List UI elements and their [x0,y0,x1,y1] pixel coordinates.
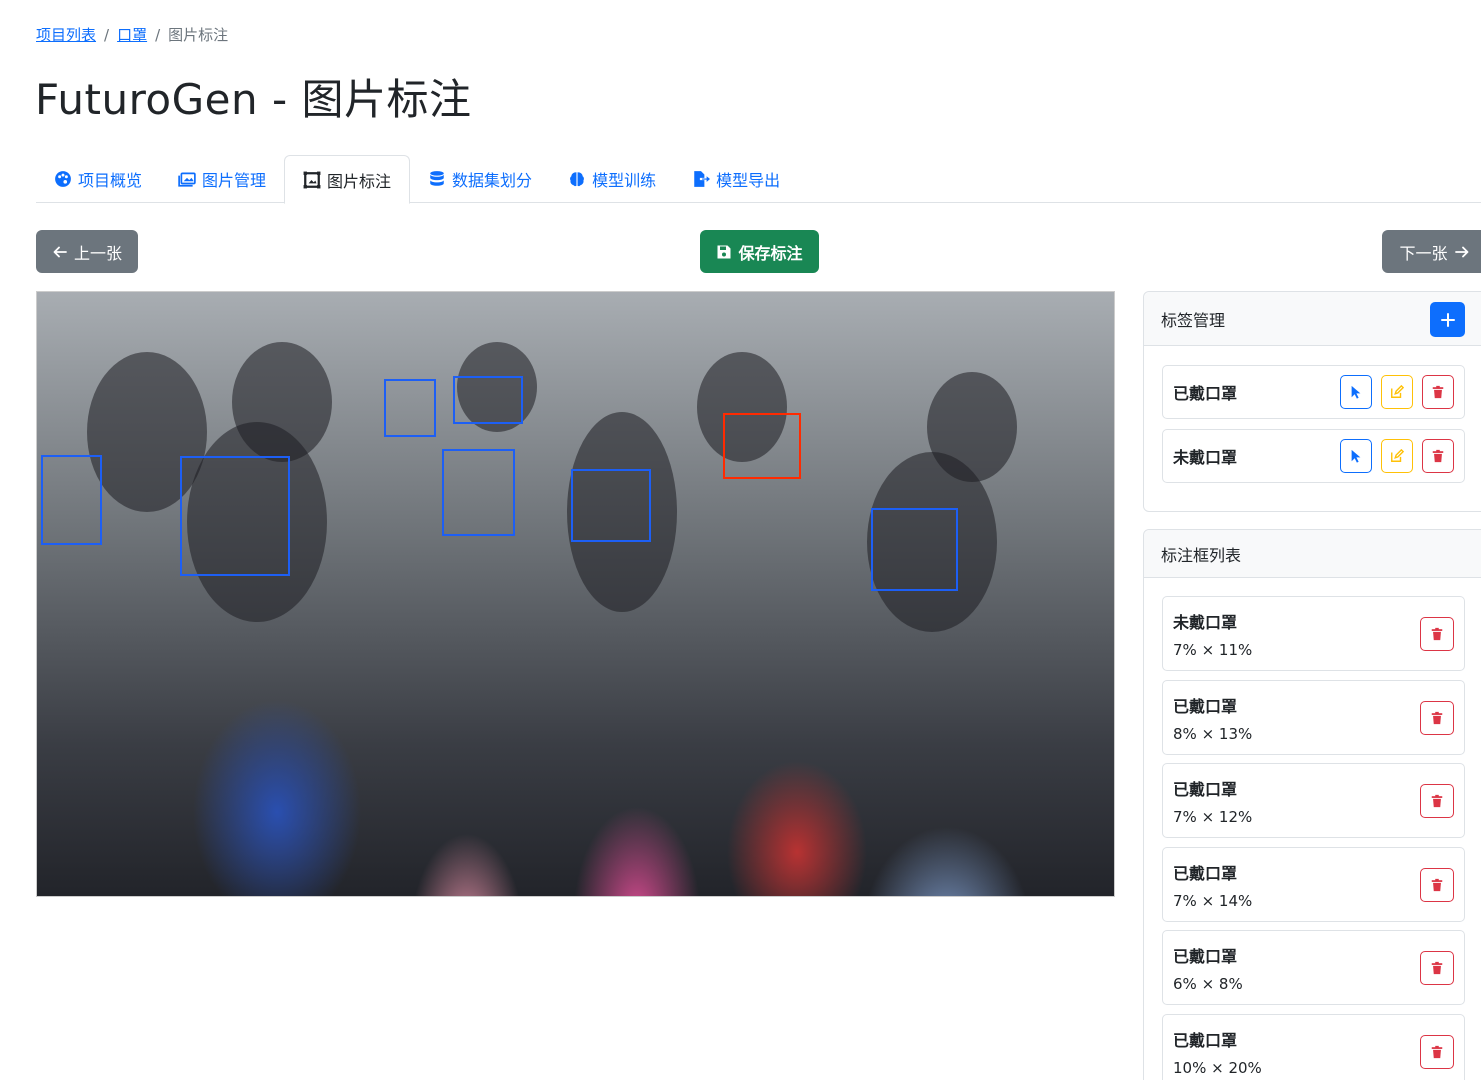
panel-header: 标注框列表 [1144,530,1481,578]
tag-item: 未戴口罩 [1162,429,1465,483]
delete-bbox-button[interactable] [1420,617,1454,651]
tag-item: 已戴口罩 [1162,365,1465,419]
panel-title: 标注框列表 [1161,545,1242,565]
tab-label: 模型导出 [716,171,781,190]
edit-tag-button[interactable] [1381,375,1413,409]
delete-tag-button[interactable] [1422,375,1454,409]
delete-bbox-button[interactable] [1420,951,1454,985]
tab-images[interactable]: 图片管理 [160,155,284,203]
trash-icon [1432,449,1444,463]
delete-bbox-button[interactable] [1420,1035,1454,1069]
bbox-list-item[interactable]: 已戴口罩 6% × 8% [1162,930,1465,1005]
bbox-unmasked[interactable] [723,413,801,479]
breadcrumb: 项目列表 / 口罩 / 图片标注 [36,24,228,45]
bbox-list-item[interactable]: 已戴口罩 10% × 20% [1162,1014,1465,1080]
trash-icon [1431,794,1443,808]
add-tag-button[interactable] [1430,302,1465,337]
tab-annotate[interactable]: 图片标注 [284,155,411,204]
trash-icon [1431,1045,1443,1059]
bbox-size: 10% × 20% [1173,1059,1262,1077]
breadcrumb-link-project[interactable]: 口罩 [117,24,147,45]
delete-bbox-button[interactable] [1420,868,1454,902]
bbox-size: 7% × 12% [1173,808,1253,826]
bbox-size: 7% × 11% [1173,641,1253,659]
bbox-size: 7% × 14% [1173,892,1253,910]
bbox-size: 6% × 8% [1173,975,1243,993]
bbox-masked[interactable] [180,456,290,576]
bbox-masked[interactable] [41,455,102,545]
bbox-list-item[interactable]: 已戴口罩 7% × 14% [1162,847,1465,922]
tab-label: 模型训练 [592,171,657,190]
cursor-icon [1351,385,1361,399]
bbox-label: 已戴口罩 [1173,780,1238,799]
trash-icon [1432,385,1444,399]
annotation-canvas[interactable] [36,291,1115,897]
delete-bbox-button[interactable] [1420,701,1454,735]
tag-name: 已戴口罩 [1173,384,1238,403]
arrow-left-icon [53,246,67,257]
palette-icon [55,171,71,187]
bbox-masked[interactable] [453,376,523,424]
tab-label: 图片管理 [202,171,267,190]
trash-icon [1431,711,1443,725]
tab-label: 数据集划分 [452,171,533,190]
edit-tag-button[interactable] [1381,439,1413,473]
bounding-box-icon [303,171,321,188]
bbox-label: 已戴口罩 [1173,864,1238,883]
brain-icon [570,172,584,187]
images-icon [178,172,196,187]
delete-bbox-button[interactable] [1420,784,1454,818]
tab-bar: 项目概览 图片管理 图片标注 数据集划分 模型训练 模型导出 [36,155,1481,204]
save-label: 保存标注 [738,243,803,263]
file-export-icon [694,171,711,187]
bbox-list-panel: 标注框列表 未戴口罩 7% × 11% 已戴口罩 8% × 13% 已戴口罩 7… [1143,529,1481,1080]
delete-tag-button[interactable] [1422,439,1454,473]
tag-name: 未戴口罩 [1173,448,1238,467]
trash-icon [1431,627,1443,641]
tab-label: 图片标注 [327,171,392,191]
breadcrumb-separator: / [104,25,110,44]
breadcrumb-current: 图片标注 [168,26,229,44]
cursor-icon [1351,449,1361,463]
tab-model-export[interactable]: 模型导出 [674,155,798,203]
bbox-list-item[interactable]: 未戴口罩 7% × 11% [1162,596,1465,671]
save-icon [717,245,731,258]
bbox-size: 8% × 13% [1173,725,1253,743]
edit-icon [1391,449,1404,462]
select-tag-button[interactable] [1340,375,1372,409]
tab-overview[interactable]: 项目概览 [36,155,160,203]
arrow-right-icon [1454,246,1468,257]
next-image-button[interactable]: 下一张 [1382,230,1481,273]
tab-label: 项目概览 [78,171,143,190]
trash-icon [1431,878,1443,892]
save-annotations-button[interactable]: 保存标注 [700,230,819,273]
panel-title: 标签管理 [1161,310,1226,330]
next-label: 下一张 [1399,243,1448,263]
breadcrumb-link-projects[interactable]: 项目列表 [36,24,96,45]
select-tag-button[interactable] [1340,439,1372,473]
bbox-masked[interactable] [871,508,958,591]
bbox-label: 已戴口罩 [1173,1031,1238,1050]
bbox-label: 未戴口罩 [1173,613,1238,632]
edit-icon [1391,385,1404,398]
bbox-masked[interactable] [571,469,651,542]
tag-management-panel: 标签管理 已戴口罩 未戴口罩 [1143,291,1481,512]
bbox-masked[interactable] [384,379,436,437]
bbox-list-item[interactable]: 已戴口罩 8% × 13% [1162,680,1465,755]
annotation-page: 项目列表 / 口罩 / 图片标注 FuturoGen - 图片标注 项目概览 图… [0,0,1481,1080]
tab-model-training[interactable]: 模型训练 [550,155,674,203]
prev-label: 上一张 [73,243,122,263]
bbox-label: 已戴口罩 [1173,697,1238,716]
page-title: FuturoGen - 图片标注 [35,75,472,124]
bbox-list-item[interactable]: 已戴口罩 7% × 12% [1162,763,1465,838]
trash-icon [1431,961,1443,975]
database-icon [430,171,444,186]
tab-dataset-split[interactable]: 数据集划分 [410,155,550,203]
prev-image-button[interactable]: 上一张 [36,230,138,273]
bbox-masked[interactable] [442,449,515,536]
breadcrumb-separator: / [155,25,161,44]
plus-icon [1440,312,1455,327]
bbox-label: 已戴口罩 [1173,947,1238,966]
